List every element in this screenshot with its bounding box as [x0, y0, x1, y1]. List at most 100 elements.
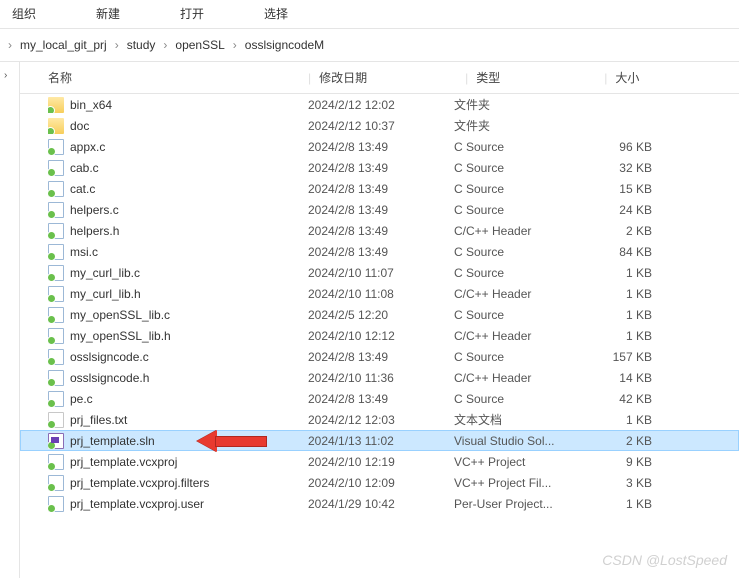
file-row[interactable]: my_curl_lib.h2024/2/10 11:08C/C++ Header…	[20, 283, 739, 304]
c-icon	[48, 265, 64, 281]
column-type[interactable]: 类型	[476, 69, 604, 86]
file-name: osslsigncode.h	[70, 371, 149, 385]
file-date: 2024/2/8 13:49	[308, 203, 454, 217]
file-size: 3 KB	[582, 476, 662, 490]
column-date[interactable]: 修改日期	[319, 69, 465, 86]
file-name-cell: prj_template.sln	[48, 433, 308, 449]
file-date: 2024/2/8 13:49	[308, 350, 454, 364]
file-date: 2024/2/10 12:12	[308, 329, 454, 343]
file-size: 1 KB	[582, 308, 662, 322]
toolbar-organize[interactable]: 组织	[12, 5, 36, 22]
file-row[interactable]: my_openSSL_lib.c2024/2/5 12:20C Source1 …	[20, 304, 739, 325]
file-size: 2 KB	[582, 224, 662, 238]
file-date: 2024/1/13 11:02	[308, 434, 454, 448]
file-row[interactable]: my_openSSL_lib.h2024/2/10 12:12C/C++ Hea…	[20, 325, 739, 346]
file-date: 2024/2/12 12:03	[308, 413, 454, 427]
file-name-cell: prj_template.vcxproj	[48, 454, 308, 470]
file-row[interactable]: helpers.h2024/2/8 13:49C/C++ Header2 KB	[20, 220, 739, 241]
content-area: › 名称 | 修改日期 | 类型 | 大小 bin_x642024/2/12 1…	[0, 62, 739, 578]
file-row[interactable]: msi.c2024/2/8 13:49C Source84 KB	[20, 241, 739, 262]
file-name-cell: helpers.c	[48, 202, 308, 218]
vcx-icon	[48, 475, 64, 491]
toolbar: 组织 新建 打开 选择	[0, 0, 739, 28]
file-name: prj_files.txt	[70, 413, 127, 427]
file-name-cell: my_curl_lib.c	[48, 265, 308, 281]
file-row[interactable]: my_curl_lib.c2024/2/10 11:07C Source1 KB	[20, 262, 739, 283]
file-type: VC++ Project Fil...	[454, 476, 582, 490]
file-size: 15 KB	[582, 182, 662, 196]
breadcrumb-item[interactable]: osslsigncodeM	[239, 34, 330, 56]
c-icon	[48, 307, 64, 323]
txt-icon	[48, 412, 64, 428]
file-row[interactable]: cat.c2024/2/8 13:49C Source15 KB	[20, 178, 739, 199]
chevron-right-icon[interactable]: ›	[6, 38, 14, 52]
vcx-icon	[48, 454, 64, 470]
file-type: Per-User Project...	[454, 497, 582, 511]
chevron-right-icon: ›	[113, 38, 121, 52]
file-type: C Source	[454, 266, 582, 280]
file-size: 32 KB	[582, 161, 662, 175]
file-type: C Source	[454, 392, 582, 406]
file-name: msi.c	[70, 245, 98, 259]
watermark: CSDN @LostSpeed	[602, 552, 727, 568]
file-row[interactable]: bin_x642024/2/12 12:02文件夹	[20, 94, 739, 115]
file-date: 2024/2/8 13:49	[308, 224, 454, 238]
file-row[interactable]: appx.c2024/2/8 13:49C Source96 KB	[20, 136, 739, 157]
folder-icon	[48, 118, 64, 134]
file-name-cell: msi.c	[48, 244, 308, 260]
toolbar-select[interactable]: 选择	[264, 5, 288, 22]
file-row[interactable]: osslsigncode.h2024/2/10 11:36C/C++ Heade…	[20, 367, 739, 388]
file-row[interactable]: helpers.c2024/2/8 13:49C Source24 KB	[20, 199, 739, 220]
sidebar: ›	[0, 62, 20, 578]
file-name: prj_template.vcxproj.filters	[70, 476, 209, 490]
file-row[interactable]: osslsigncode.c2024/2/8 13:49C Source157 …	[20, 346, 739, 367]
column-headers: 名称 | 修改日期 | 类型 | 大小	[20, 62, 739, 94]
file-type: C Source	[454, 203, 582, 217]
chevron-right-icon[interactable]: ›	[0, 62, 19, 89]
file-row[interactable]: prj_template.vcxproj.filters2024/2/10 12…	[20, 472, 739, 493]
file-date: 2024/2/8 13:49	[308, 161, 454, 175]
file-type: C Source	[454, 182, 582, 196]
file-type: C/C++ Header	[454, 329, 582, 343]
toolbar-open[interactable]: 打开	[180, 5, 204, 22]
file-row[interactable]: prj_files.txt2024/2/12 12:03文本文档1 KB	[20, 409, 739, 430]
breadcrumb-item[interactable]: openSSL	[169, 34, 230, 56]
file-name-cell: bin_x64	[48, 97, 308, 113]
file-row[interactable]: doc2024/2/12 10:37文件夹	[20, 115, 739, 136]
column-size[interactable]: 大小	[615, 69, 695, 86]
breadcrumb-item[interactable]: my_local_git_prj	[14, 34, 113, 56]
file-size: 2 KB	[582, 434, 662, 448]
breadcrumb[interactable]: › my_local_git_prj › study › openSSL › o…	[0, 28, 739, 62]
file-row[interactable]: cab.c2024/2/8 13:49C Source32 KB	[20, 157, 739, 178]
file-size: 1 KB	[582, 329, 662, 343]
file-row[interactable]: prj_template.vcxproj.user2024/1/29 10:42…	[20, 493, 739, 514]
file-date: 2024/2/8 13:49	[308, 182, 454, 196]
file-type: VC++ Project	[454, 455, 582, 469]
file-size: 157 KB	[582, 350, 662, 364]
file-name-cell: my_openSSL_lib.c	[48, 307, 308, 323]
file-date: 2024/2/8 13:49	[308, 140, 454, 154]
file-size: 96 KB	[582, 140, 662, 154]
file-name: helpers.h	[70, 224, 119, 238]
file-name-cell: helpers.h	[48, 223, 308, 239]
breadcrumb-item[interactable]: study	[121, 34, 162, 56]
file-name-cell: cab.c	[48, 160, 308, 176]
file-name: bin_x64	[70, 98, 112, 112]
file-list: bin_x642024/2/12 12:02文件夹doc2024/2/12 10…	[20, 94, 739, 578]
file-row[interactable]: prj_template.sln2024/1/13 11:02Visual St…	[20, 430, 739, 451]
toolbar-new[interactable]: 新建	[96, 5, 120, 22]
vcx-icon	[48, 496, 64, 512]
h-icon	[48, 370, 64, 386]
c-icon	[48, 160, 64, 176]
file-name-cell: cat.c	[48, 181, 308, 197]
file-type: C Source	[454, 350, 582, 364]
file-date: 2024/2/8 13:49	[308, 392, 454, 406]
file-name-cell: prj_template.vcxproj.user	[48, 496, 308, 512]
h-icon	[48, 223, 64, 239]
file-size: 84 KB	[582, 245, 662, 259]
file-size: 42 KB	[582, 392, 662, 406]
file-row[interactable]: prj_template.vcxproj2024/2/10 12:19VC++ …	[20, 451, 739, 472]
file-type: Visual Studio Sol...	[454, 434, 582, 448]
column-name[interactable]: 名称	[48, 69, 308, 86]
file-row[interactable]: pe.c2024/2/8 13:49C Source42 KB	[20, 388, 739, 409]
